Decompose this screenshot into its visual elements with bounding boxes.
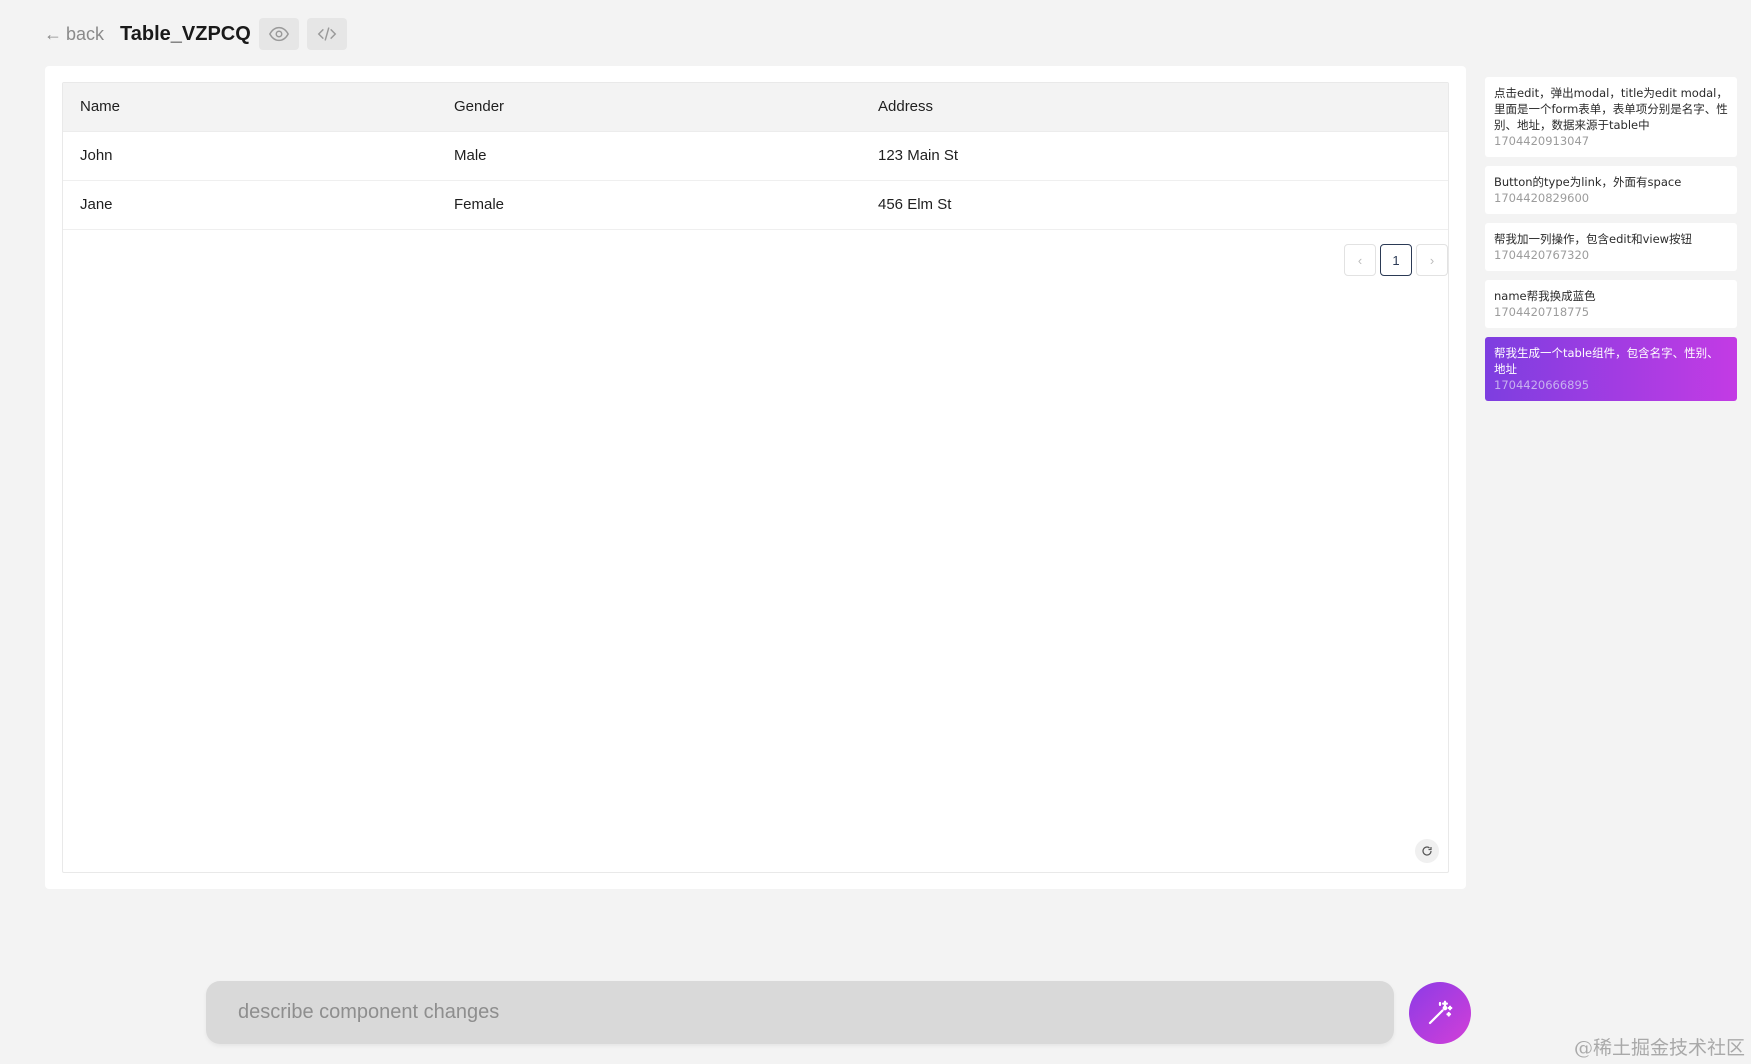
prompt-input[interactable]: [206, 981, 1394, 1044]
cell-gender: Male: [437, 131, 861, 181]
prev-page-button[interactable]: ‹: [1344, 244, 1376, 276]
column-header-address: Address: [861, 83, 1448, 132]
history-timestamp: 1704420718775: [1494, 305, 1590, 319]
component-frame: Name Gender Address John Male 123 Main S…: [62, 82, 1449, 873]
back-label: back: [66, 23, 105, 44]
history-item-active[interactable]: 帮我生成一个table组件，包含名字、性别、地址 1704420666895: [1485, 337, 1737, 401]
cell-name: John: [63, 131, 437, 181]
table-row: Jane Female 456 Elm St: [63, 180, 1448, 230]
column-header-name: Name: [63, 83, 437, 132]
page-title: Table_VZPCQ: [120, 22, 251, 45]
history-item[interactable]: name帮我换成蓝色 1704420718775: [1485, 280, 1737, 328]
table-row: John Male 123 Main St: [63, 131, 1448, 181]
refresh-button[interactable]: [1415, 839, 1439, 863]
preview-panel: Name Gender Address John Male 123 Main S…: [45, 66, 1466, 889]
data-table: Name Gender Address John Male 123 Main S…: [63, 83, 1448, 230]
preview-button[interactable]: [258, 18, 299, 50]
code-icon: [317, 27, 337, 41]
cell-name: Jane: [63, 180, 437, 230]
cell-gender: Female: [437, 180, 861, 230]
watermark: @稀土掘金技术社区: [1573, 1037, 1745, 1059]
page-1-button[interactable]: 1: [1380, 244, 1412, 276]
history-text: 点击edit，弹出modal，title为edit modal，里面是一个for…: [1494, 86, 1728, 132]
history-text: Button的type为link，外面有space: [1494, 175, 1682, 189]
generate-button[interactable]: [1409, 982, 1471, 1044]
history-timestamp: 1704420829600: [1494, 191, 1590, 205]
history-timestamp: 1704420666895: [1494, 378, 1590, 392]
column-header-gender: Gender: [437, 83, 861, 132]
pagination: ‹ 1 ›: [1344, 244, 1448, 276]
table-header-row: Name Gender Address: [63, 83, 1448, 132]
eye-icon: [268, 26, 289, 42]
code-button[interactable]: [306, 18, 347, 50]
refresh-icon: [1422, 846, 1432, 856]
cell-address: 123 Main St: [861, 131, 1448, 181]
prompt-container: [206, 981, 1394, 1044]
history-text: name帮我换成蓝色: [1494, 289, 1596, 303]
history-item[interactable]: 帮我加一列操作，包含edit和view按钮 1704420767320: [1485, 223, 1737, 271]
history-item[interactable]: Button的type为link，外面有space 1704420829600: [1485, 166, 1737, 214]
back-link[interactable]: ← back: [44, 24, 104, 45]
history-item[interactable]: 点击edit，弹出modal，title为edit modal，里面是一个for…: [1485, 77, 1737, 157]
magic-wand-icon: [1428, 1000, 1453, 1025]
history-text: 帮我加一列操作，包含edit和view按钮: [1494, 232, 1693, 246]
arrow-left-icon: ←: [44, 23, 62, 44]
history-timestamp: 1704420767320: [1494, 248, 1590, 262]
top-bar: ← back Table_VZPCQ: [44, 16, 347, 52]
history-list: 点击edit，弹出modal，title为edit modal，里面是一个for…: [1485, 77, 1737, 410]
cell-address: 456 Elm St: [861, 180, 1448, 230]
next-page-button[interactable]: ›: [1416, 244, 1448, 276]
history-timestamp: 1704420913047: [1494, 134, 1590, 148]
history-text: 帮我生成一个table组件，包含名字、性别、地址: [1494, 346, 1719, 376]
